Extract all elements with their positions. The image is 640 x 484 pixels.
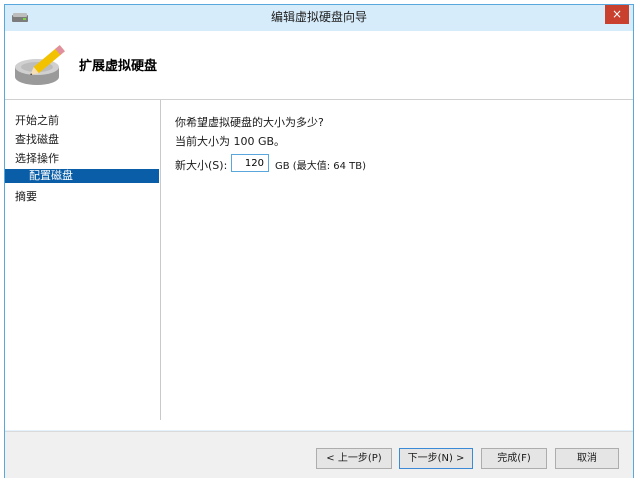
nav-step-configure-disk[interactable]: 配置磁盘 <box>5 169 159 183</box>
size-question: 你希望虚拟硬盘的大小为多少? <box>175 116 324 129</box>
wizard-window: 编辑虚拟硬盘向导 × 扩展虚拟硬盘 开始之前 查找磁盘 选择操作 配置磁盘 摘要 <box>4 4 634 478</box>
new-size-unit-text: GB (最大值: 64 TB) <box>275 161 367 172</box>
new-size-row: 新大小(S): GB (最大值: 64 TB) <box>175 154 575 174</box>
close-button[interactable]: × <box>605 5 629 24</box>
wizard-steps-nav: 开始之前 查找磁盘 选择操作 配置磁盘 摘要 <box>5 100 161 420</box>
cancel-button[interactable]: 取消 <box>555 448 619 469</box>
wizard-header: 扩展虚拟硬盘 <box>5 31 633 100</box>
title-bar[interactable]: 编辑虚拟硬盘向导 × <box>5 5 633 31</box>
previous-button[interactable]: < 上一步(P) <box>316 448 392 469</box>
nav-step-locate-disk[interactable]: 查找磁盘 <box>15 131 59 147</box>
nav-step-before-you-begin[interactable]: 开始之前 <box>15 112 59 128</box>
close-icon: × <box>611 7 623 21</box>
current-size-text: 当前大小为 100 GB。 <box>175 135 286 148</box>
new-size-input[interactable] <box>231 154 269 172</box>
next-button[interactable]: 下一步(N) > <box>399 448 473 469</box>
nav-step-summary[interactable]: 摘要 <box>15 188 37 204</box>
new-size-label: 新大小(S): <box>175 159 228 172</box>
configure-disk-pane: 你希望虚拟硬盘的大小为多少? 当前大小为 100 GB。 新大小(S): GB … <box>171 100 621 420</box>
nav-step-choose-action[interactable]: 选择操作 <box>15 150 59 166</box>
content-area: 开始之前 查找磁盘 选择操作 配置磁盘 摘要 你希望虚拟硬盘的大小为多少? 当前… <box>5 100 633 430</box>
wizard-footer: < 上一步(P) 下一步(N) > 完成(F) 取消 <box>5 431 633 478</box>
hard-disk-pencil-icon <box>15 45 65 85</box>
finish-button[interactable]: 完成(F) <box>481 448 547 469</box>
window-title: 编辑虚拟硬盘向导 <box>270 10 367 24</box>
page-title: 扩展虚拟硬盘 <box>79 59 158 74</box>
